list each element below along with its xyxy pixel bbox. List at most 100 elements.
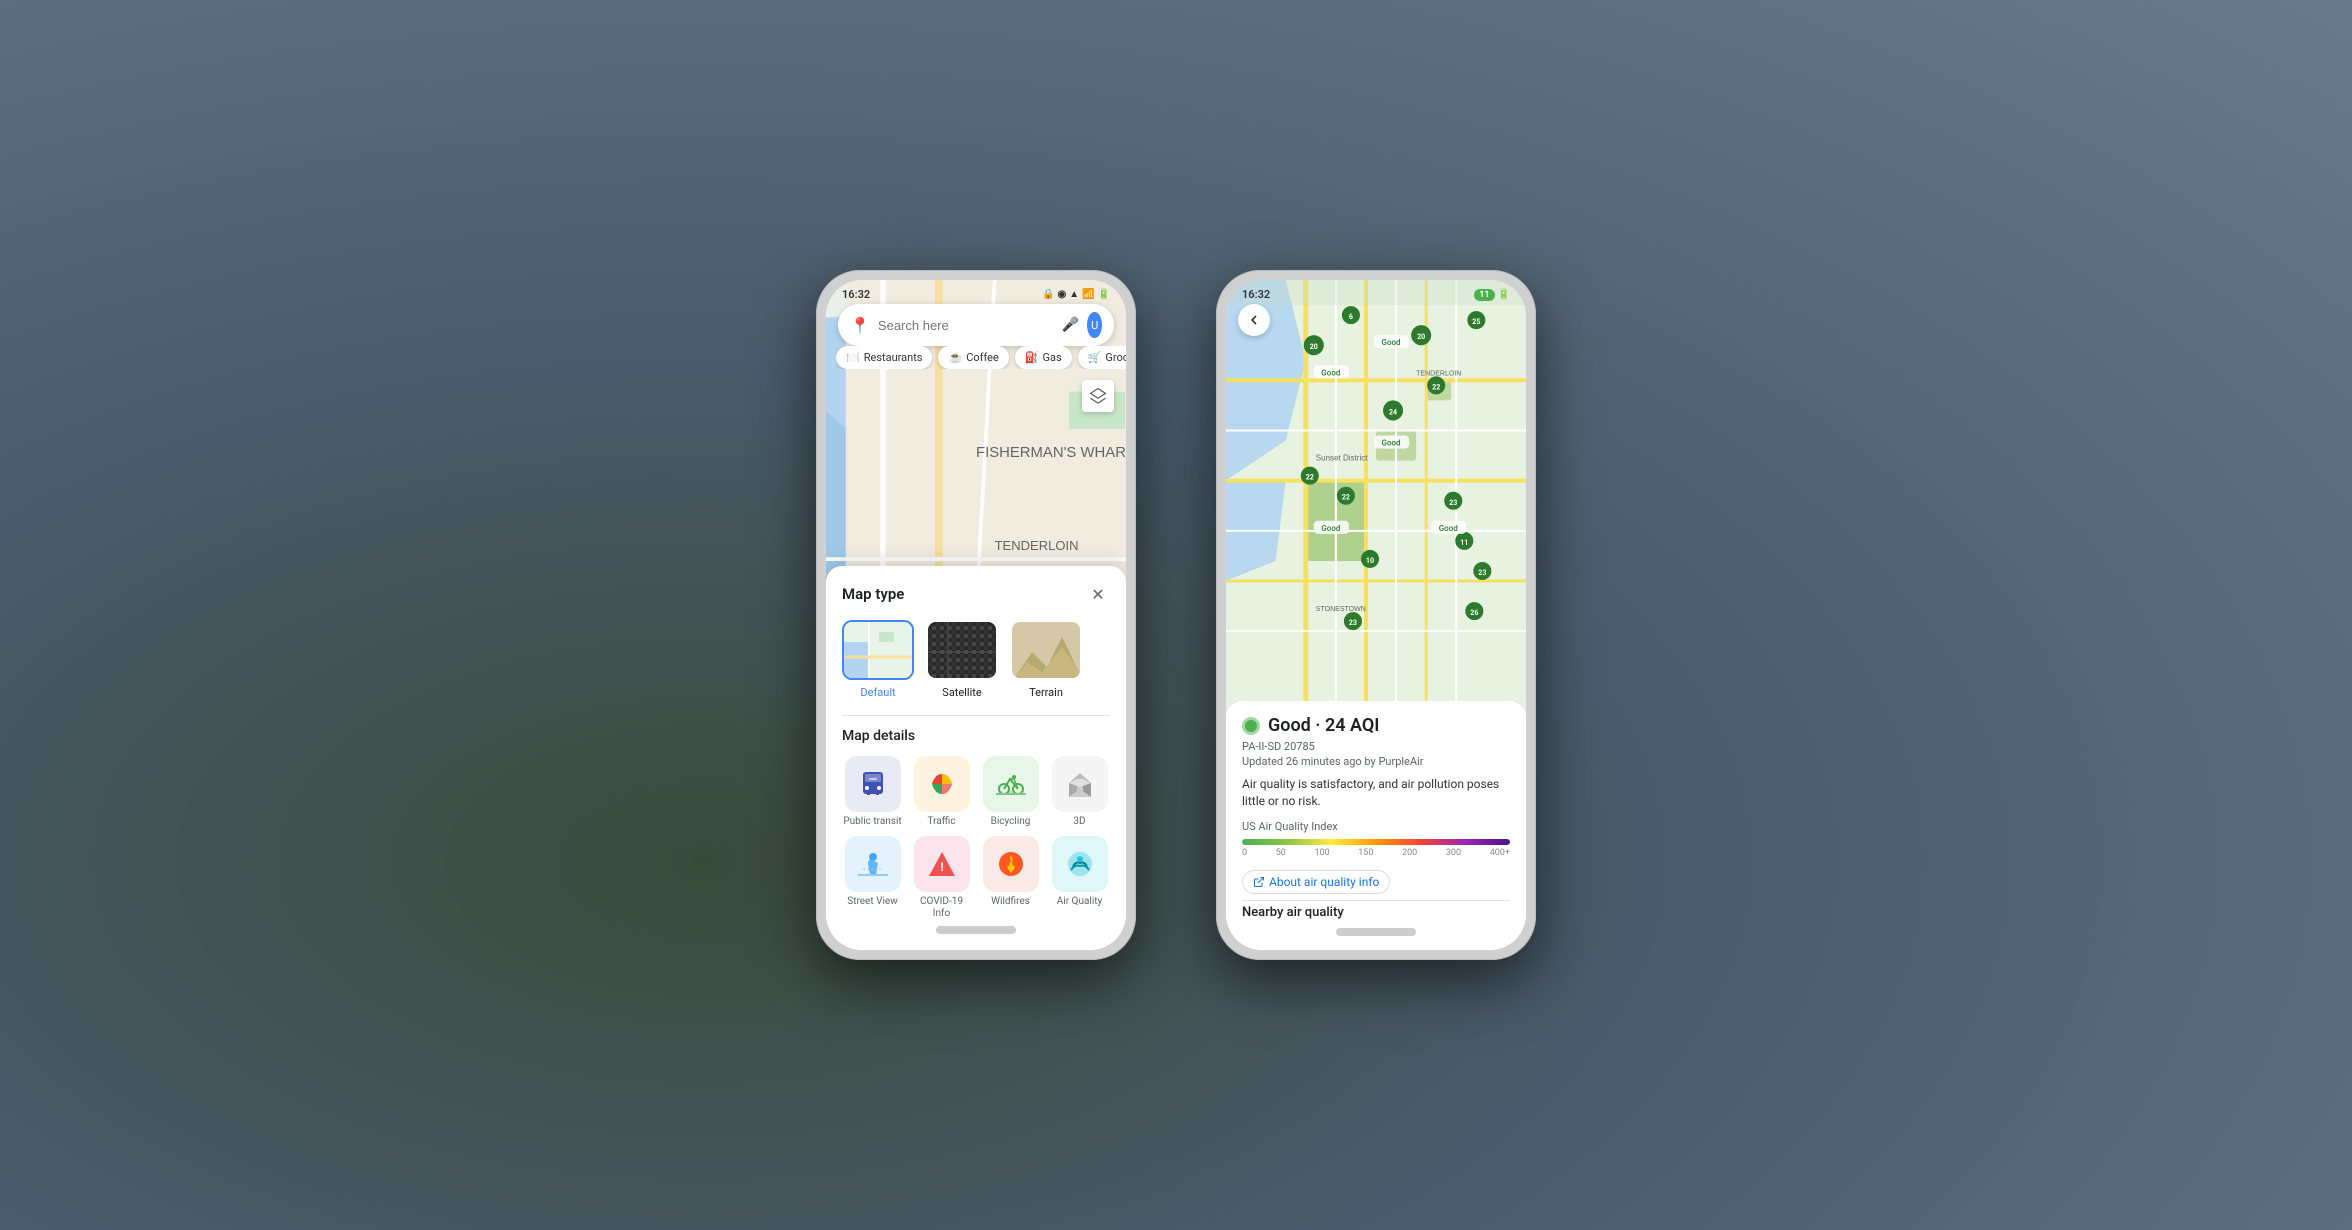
aqi-label-0: 0 [1242, 848, 1247, 858]
svg-text:22: 22 [1432, 382, 1440, 391]
covid-icon-wrap: ! [914, 836, 970, 892]
location-icon: ◉ [1057, 289, 1066, 300]
streetview-icon-wrap [845, 836, 901, 892]
map-type-satellite[interactable]: Satellite [926, 620, 998, 699]
detail-streetview[interactable]: Street View [842, 836, 903, 920]
aqi-label-200: 200 [1402, 848, 1417, 858]
svg-text:TENDERLOIN: TENDERLOIN [995, 538, 1079, 553]
aqi-label-150: 150 [1358, 848, 1373, 858]
air-quality-panel: Good · 24 AQI PA-II-SD 20785 Updated 26 … [1226, 701, 1526, 950]
aqi-bar-container: 0 50 100 150 200 300 400+ [1242, 839, 1510, 858]
satellite-label: Satellite [942, 686, 981, 699]
aqi-label-300: 300 [1446, 848, 1461, 858]
svg-text:TENDERLOIN: TENDERLOIN [1416, 370, 1461, 377]
svg-text:25: 25 [1472, 317, 1480, 326]
map-type-terrain[interactable]: Terrain [1010, 620, 1082, 699]
phones-container: 16:32 🔒 ◉ ▲ 📶 🔋 [816, 270, 1536, 960]
svg-text:Good: Good [1321, 524, 1341, 533]
chip-coffee-label: Coffee [966, 351, 999, 364]
home-indicator-2 [1336, 928, 1416, 936]
svg-text:22: 22 [1342, 493, 1350, 502]
svg-text:Good: Good [1382, 338, 1402, 347]
svg-text:STONESTOWN: STONESTOWN [1316, 606, 1366, 613]
status-bar-1: 16:32 🔒 ◉ ▲ 📶 🔋 [826, 280, 1126, 305]
detail-bicycling[interactable]: Bicycling [980, 756, 1041, 828]
about-air-quality-link[interactable]: About air quality info [1242, 870, 1390, 894]
chip-grocer[interactable]: 🛒 Grocer [1078, 346, 1126, 369]
map-svg-2: Sunset District TENDERLOIN STONESTOWN 6 … [1226, 280, 1526, 701]
map-type-panel: Map type ✕ [826, 566, 1126, 950]
svg-text:24: 24 [1389, 407, 1397, 416]
battery-icon: 🔋 [1098, 289, 1110, 300]
chip-gas[interactable]: ⛽ Gas [1015, 346, 1072, 369]
covid-label: COVID-19 Info [911, 896, 972, 920]
traffic-icon-wrap [914, 756, 970, 812]
svg-text:11: 11 [1460, 538, 1468, 547]
aqi-index-label: US Air Quality Index [1242, 820, 1510, 833]
about-link-text: About air quality info [1269, 875, 1379, 889]
svg-text:23: 23 [1449, 498, 1457, 507]
status-icons-2: 11 🔋 [1474, 289, 1510, 301]
search-input[interactable] [878, 318, 1054, 333]
aqi-label-50: 50 [1276, 848, 1286, 858]
close-button[interactable]: ✕ [1086, 582, 1110, 606]
streetview-label: Street View [847, 896, 897, 908]
phone-2-inner: 16:32 11 🔋 [1226, 280, 1526, 950]
svg-text:10: 10 [1366, 556, 1374, 565]
nearby-air-quality-label: Nearby air quality [1242, 900, 1510, 920]
aqi-title: Good · 24 AQI [1268, 715, 1380, 736]
chip-coffee[interactable]: ☕ Coffee [938, 346, 1008, 369]
svg-text:Sunset District: Sunset District [1316, 454, 1368, 463]
time-2: 16:32 [1242, 288, 1270, 301]
terrain-label: Terrain [1029, 686, 1063, 699]
detail-traffic[interactable]: Traffic [911, 756, 972, 828]
aqi-label-100: 100 [1314, 848, 1329, 858]
wildfire-icon-wrap [983, 836, 1039, 892]
signal-icon: 📶 [1082, 289, 1094, 300]
chip-restaurants[interactable]: 🍽️ Restaurants [836, 346, 932, 369]
map-1: FISHERMAN'S WHARF TENDERLOIN MISSION DIS… [826, 280, 1126, 950]
airquality-label: Air Quality [1057, 896, 1103, 908]
transit-icon-wrap [845, 756, 901, 812]
terrain-thumb [1010, 620, 1082, 680]
detail-transit[interactable]: Public transit [842, 756, 903, 828]
detail-covid[interactable]: ! COVID-19 Info [911, 836, 972, 920]
biking-label: Bicycling [991, 816, 1031, 828]
aqi-indicator [1242, 717, 1260, 735]
aqi-station: PA-II-SD 20785 [1242, 740, 1510, 753]
user-avatar[interactable]: U [1087, 312, 1102, 338]
svg-text:20: 20 [1310, 342, 1318, 351]
search-bar[interactable]: 📍 🎤 U [838, 304, 1114, 346]
map-type-default[interactable]: Default [842, 620, 914, 699]
aqi-header: Good · 24 AQI [1242, 715, 1510, 736]
layers-button[interactable] [1082, 380, 1114, 412]
aqi-description: Air quality is satisfactory, and air pol… [1242, 776, 1510, 810]
aqi-bar [1242, 839, 1510, 845]
default-thumb [842, 620, 914, 680]
status-bar-2: 16:32 11 🔋 [1226, 280, 1526, 305]
transit-label: Public transit [843, 816, 901, 828]
back-button[interactable] [1238, 304, 1270, 336]
map-2: Sunset District TENDERLOIN STONESTOWN 6 … [1226, 280, 1526, 701]
svg-text:23: 23 [1478, 568, 1486, 577]
external-link-icon [1253, 876, 1265, 888]
detail-airquality[interactable]: Air Quality [1049, 836, 1110, 920]
phone-1: 16:32 🔒 ◉ ▲ 📶 🔋 [816, 270, 1136, 960]
mic-icon[interactable]: 🎤 [1062, 317, 1079, 333]
map-type-options: Default [842, 620, 1110, 699]
airquality-icon-wrap [1052, 836, 1108, 892]
phone-2: 16:32 11 🔋 [1216, 270, 1536, 960]
aqi-label-400: 400+ [1490, 848, 1510, 858]
svg-text:23: 23 [1349, 618, 1357, 627]
satellite-thumb [926, 620, 998, 680]
aqi-count-badge: 11 [1474, 289, 1494, 301]
map-type-title: Map type [842, 585, 904, 603]
svg-text:6: 6 [1349, 312, 1353, 321]
svg-text:FISHERMAN'S WHARF: FISHERMAN'S WHARF [976, 445, 1126, 461]
detail-wildfires[interactable]: Wildfires [980, 836, 1041, 920]
status-icons-1: 🔒 ◉ ▲ 📶 🔋 [1042, 289, 1110, 300]
default-label: Default [860, 686, 895, 699]
svg-text:20: 20 [1417, 332, 1425, 341]
detail-3d[interactable]: 3D [1049, 756, 1110, 828]
battery-icon-2: 🔋 [1498, 289, 1510, 300]
